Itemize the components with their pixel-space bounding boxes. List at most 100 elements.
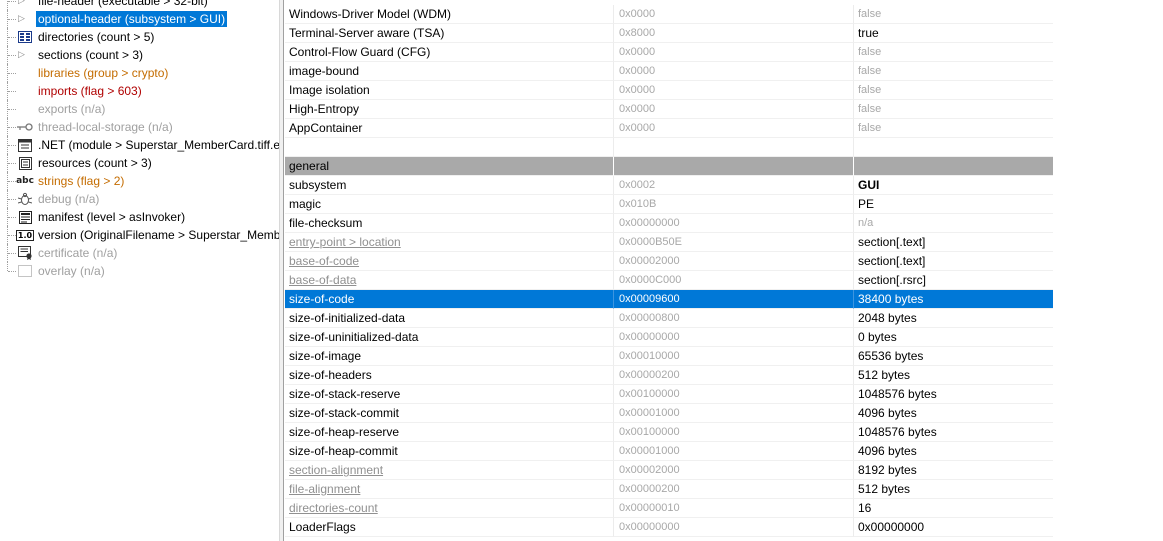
property-name[interactable]: base-of-data [285, 271, 614, 290]
grid-row-subsystem[interactable]: subsystem 0x0002 GUI [285, 176, 1053, 195]
grid-row-file-checksum[interactable]: file-checksum 0x00000000 n/a [285, 214, 1053, 233]
imports-icon [17, 84, 33, 98]
property-name[interactable]: directories-count [285, 499, 614, 518]
property-detail: 65536 bytes [854, 347, 1053, 366]
section-header-general[interactable]: general [285, 157, 1053, 176]
tree-item-exports[interactable]: exports (n/a) [0, 100, 279, 118]
property-detail: 8192 bytes [854, 461, 1053, 480]
property-value: 0x0000 [614, 43, 854, 62]
tree-guide-line [8, 37, 16, 38]
grid-row-file-alignment[interactable]: file-alignment 0x00000200 512 bytes [285, 480, 1053, 499]
property-name: Windows-Driver Model (WDM) [285, 5, 614, 24]
property-detail: false [854, 5, 1053, 24]
property-name: size-of-heap-commit [285, 442, 614, 461]
property-value: 0x00001000 [614, 442, 854, 461]
property-detail: 1048576 bytes [854, 423, 1053, 442]
expander-arrow-icon[interactable]: ▷ [18, 13, 28, 25]
tree-item-manifest[interactable]: manifest (level > asInvoker) [0, 208, 279, 226]
grid-row-image-bound[interactable]: image-bound 0x0000 false [285, 62, 1053, 81]
grid-row-size-of-headers[interactable]: size-of-headers 0x00000200 512 bytes [285, 366, 1053, 385]
grid-row-size-of-uninitialized-data[interactable]: size-of-uninitialized-data 0x00000000 0 by… [285, 328, 1053, 347]
property-name: LoaderFlags [285, 518, 614, 537]
tree-item-net[interactable]: .NET (module > Superstar_MemberCard.tiff… [0, 136, 279, 154]
tree-item-thread-local-storage[interactable]: thread-local-storage (n/a) [0, 118, 279, 136]
property-name: size-of-code [285, 290, 614, 309]
tree-item-optional-header[interactable]: ▷ optional-header (subsystem > GUI) [0, 10, 279, 28]
grid-row-appcontainer[interactable]: AppContainer 0x0000 false [285, 119, 1053, 138]
property-name: file-checksum [285, 214, 614, 233]
property-value: 0x00100000 [614, 385, 854, 404]
grid-row-base-of-data[interactable]: base-of-data 0x0000C000 section[.rsrc] [285, 271, 1053, 290]
property-name[interactable]: entry-point > location [285, 233, 614, 252]
directories-icon [17, 30, 33, 44]
tree-guide-line [8, 73, 16, 74]
property-name[interactable]: file-alignment [285, 480, 614, 499]
tree-item-label: strings (flag > 2) [38, 174, 125, 188]
tree-item-debug[interactable]: debug (n/a) [0, 190, 279, 208]
grid-row-base-of-code[interactable]: base-of-code 0x00002000 section[.text] [285, 252, 1053, 271]
grid-row-size-of-heap-commit[interactable]: size-of-heap-commit 0x00001000 4096 bytes [285, 442, 1053, 461]
property-value: 0x0000 [614, 81, 854, 100]
expander-arrow-icon[interactable]: ▷ [18, 0, 28, 7]
tree-guide-line [8, 145, 16, 146]
version-icon-text: 1.0 [15, 229, 35, 241]
tree-item-imports[interactable]: imports (flag > 603) [0, 82, 279, 100]
property-detail: true [854, 24, 1053, 43]
tree-item-resources[interactable]: resources (count > 3) [0, 154, 279, 172]
tree-item-label: exports (n/a) [38, 102, 106, 116]
tree-item-strings[interactable]: abc strings (flag > 2) [0, 172, 279, 190]
grid-row-entry-point-location[interactable]: entry-point > location 0x0000B50E section[… [285, 233, 1053, 252]
grid-row-directories-count[interactable]: directories-count 0x00000010 16 [285, 499, 1053, 518]
grid-row-size-of-initialized-data[interactable]: size-of-initialized-data 0x00000800 2048 b… [285, 309, 1053, 328]
tree-item-label: sections (count > 3) [38, 48, 144, 62]
grid-row-size-of-heap-reserve[interactable]: size-of-heap-reserve 0x00100000 1048576 by… [285, 423, 1053, 442]
expander-arrow-icon[interactable]: ▷ [18, 49, 28, 61]
libraries-icon [17, 66, 33, 80]
grid-row-image-isolation[interactable]: Image isolation 0x0000 false [285, 81, 1053, 100]
grid-row-loaderflags[interactable]: LoaderFlags 0x00000000 0x00000000 [285, 518, 1053, 537]
panel-splitter[interactable] [279, 0, 284, 541]
grid-row-size-of-code[interactable]: size-of-code 0x00009600 38400 bytes [285, 290, 1053, 309]
property-detail: 512 bytes [854, 366, 1053, 385]
tree-guide-line [8, 271, 16, 272]
tree-item-sections[interactable]: ▷ sections (count > 3) [0, 46, 279, 64]
property-name: size-of-image [285, 347, 614, 366]
tree-item-overlay[interactable]: overlay (n/a) [0, 262, 279, 280]
grid-row-size-of-stack-commit[interactable]: size-of-stack-commit 0x00001000 4096 bytes [285, 404, 1053, 423]
property-value: 0x00009600 [614, 290, 854, 309]
property-detail: false [854, 43, 1053, 62]
grid-row-magic[interactable]: magic 0x010B PE [285, 195, 1053, 214]
property-name[interactable]: base-of-code [285, 252, 614, 271]
tree-item-file-header[interactable]: ▷ file-header (executable > 32-bit) [0, 0, 279, 10]
property-detail: 0 bytes [854, 328, 1053, 347]
tree-item-certificate[interactable]: certificate (n/a) [0, 244, 279, 262]
tree-item-version[interactable]: 1.0 version (OriginalFilename > Superstar… [0, 226, 279, 244]
grid-row-high-entropy[interactable]: High-Entropy 0x0000 false [285, 100, 1053, 119]
tree-item-label: resources (count > 3) [38, 156, 152, 170]
property-detail: 16 [854, 499, 1053, 518]
grid-row-windows-driver-model-wdm[interactable]: Windows-Driver Model (WDM) 0x0000 false [285, 5, 1053, 24]
tree-guide-line [8, 127, 16, 128]
property-detail: 4096 bytes [854, 442, 1053, 461]
grid-row-section-alignment[interactable]: section-alignment 0x00002000 8192 bytes [285, 461, 1053, 480]
grid-row-size-of-image[interactable]: size-of-image 0x00010000 65536 bytes [285, 347, 1053, 366]
property-name: magic [285, 195, 614, 214]
property-detail [854, 157, 1053, 176]
property-detail: false [854, 81, 1053, 100]
grid-row-terminal-server-aware-tsa[interactable]: Terminal-Server aware (TSA) 0x8000 true [285, 24, 1053, 43]
property-name[interactable]: section-alignment [285, 461, 614, 480]
tree-item-libraries[interactable]: libraries (group > crypto) [0, 64, 279, 82]
property-value: 0x0002 [614, 176, 854, 195]
property-detail: section[.text] [854, 252, 1053, 271]
tree-item-label: .NET (module > Superstar_MemberCard.tiff… [38, 138, 279, 152]
property-value: 0x00000000 [614, 328, 854, 347]
grid-row-size-of-stack-reserve[interactable]: size-of-stack-reserve 0x00100000 1048576 b… [285, 385, 1053, 404]
property-detail: GUI [854, 176, 1053, 195]
tree-item-directories[interactable]: directories (count > 5) [0, 28, 279, 46]
grid-row-control-flow-guard-cfg[interactable]: Control-Flow Guard (CFG) 0x0000 false [285, 43, 1053, 62]
property-value: 0x00100000 [614, 423, 854, 442]
property-name: size-of-headers [285, 366, 614, 385]
property-name: Terminal-Server aware (TSA) [285, 24, 614, 43]
exports-icon [17, 102, 33, 116]
property-value: 0x0000B50E [614, 233, 854, 252]
